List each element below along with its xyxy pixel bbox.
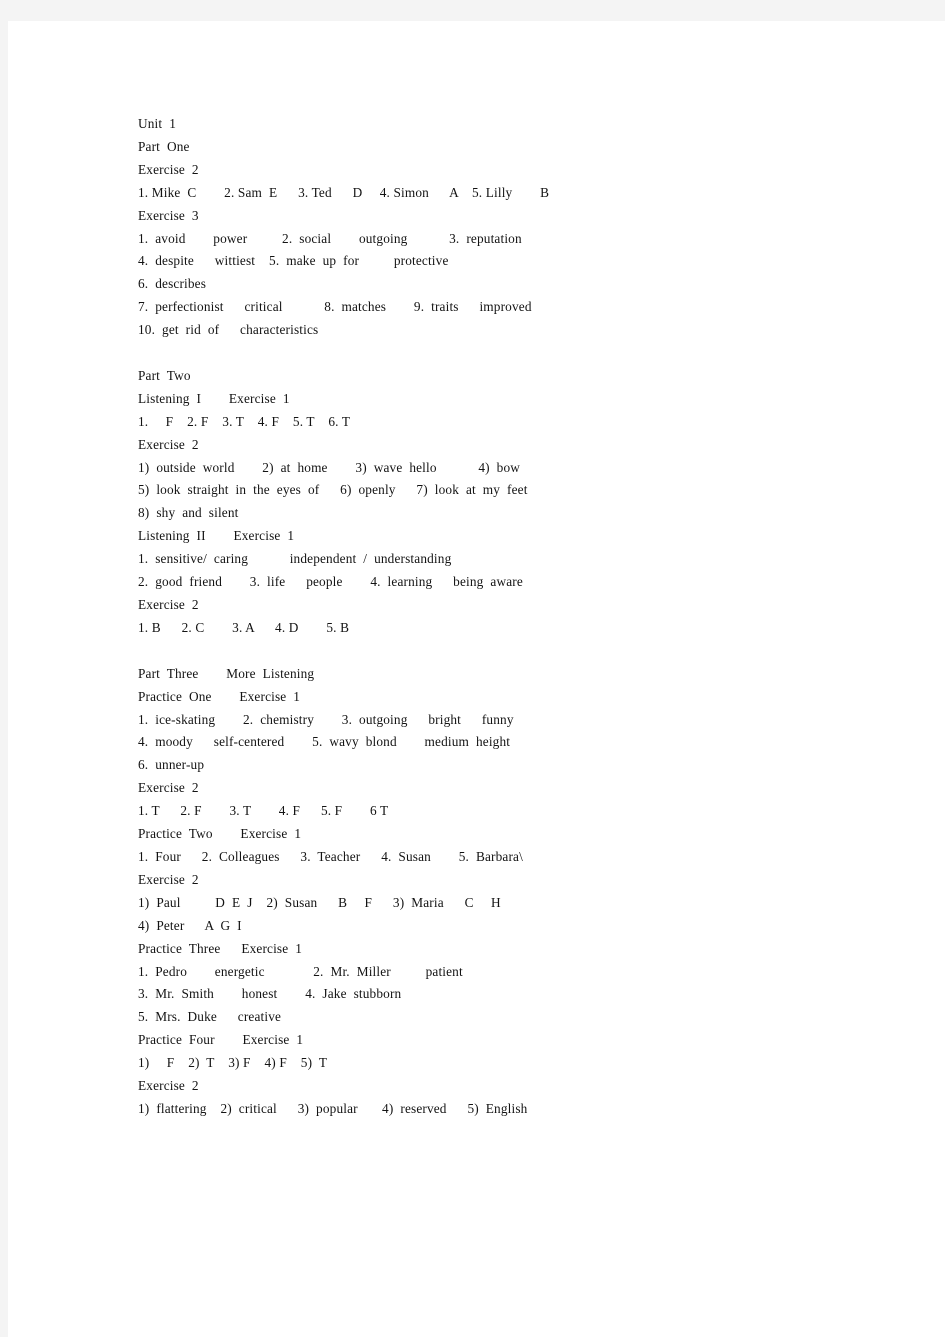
text-line: 1) F 2) T 3) F 4) F 5) T (138, 1055, 328, 1071)
text-line: 8) shy and silent (138, 505, 239, 521)
text-line: 5) look straight in the eyes of 6) openl… (138, 482, 528, 498)
document-page: Unit 1 Part One Exercise 2 1. Mike C 2. Sam… (8, 21, 945, 1337)
text-line: 1. avoid power 2. social outgoing 3. rep… (138, 230, 522, 246)
text-line: Practice Four Exercise 1 (138, 1032, 304, 1048)
text-line: 1. Mike C 2. Sam E 3. Ted D 4. Simon A 5… (138, 184, 550, 200)
text-line: Exercise 2 (138, 780, 199, 796)
text-line: 4. moody self-centered 5. wavy blond med… (138, 734, 511, 750)
text-line: Exercise 3 (138, 207, 199, 223)
text-line: Part Two (138, 367, 191, 383)
text-line: 1. T 2. F 3. T 4. F 5. F 6 T (138, 803, 389, 819)
text-line: 3. Mr. Smith honest 4. Jake stubborn (138, 986, 402, 1002)
text-line: Part Three More Listening (138, 665, 315, 681)
text-line: Exercise 2 (138, 161, 199, 177)
text-line: Listening II Exercise 1 (138, 528, 295, 544)
text-line: 1) flattering 2) critical 3) popular 4) … (138, 1100, 528, 1116)
text-line: Part One (138, 138, 190, 154)
text-line: 2. good friend 3. life people 4. learnin… (138, 574, 523, 590)
document-text-body: Unit 1 Part One Exercise 2 1. Mike C 2. Sam… (138, 113, 918, 1121)
text-line: Exercise 2 (138, 597, 199, 613)
text-line: 1. ice-skating 2. chemistry 3. outgoing … (138, 711, 514, 727)
text-line: 1. F 2. F 3. T 4. F 5. T 6. T (138, 413, 351, 429)
text-line: 6. unner-up (138, 757, 205, 773)
text-line: 10. get rid of characteristics (138, 322, 319, 338)
text-line: Practice One Exercise 1 (138, 688, 301, 704)
text-line: 1) outside world 2) at home 3) wave hell… (138, 459, 521, 475)
text-line: 1. Four 2. Colleagues 3. Teacher 4. Susa… (138, 848, 523, 864)
text-line: Practice Three Exercise 1 (138, 940, 303, 956)
text-line: 7. perfectionist critical 8. matches 9. … (138, 299, 532, 315)
text-line: 4. despite wittiest 5. make up for prote… (138, 253, 449, 269)
text-line: Exercise 2 (138, 871, 199, 887)
text-line: 5. Mrs. Duke creative (138, 1009, 282, 1025)
text-line: Practice Two Exercise 1 (138, 826, 302, 842)
text-line: 1. sensitive/ caring independent / under… (138, 551, 452, 567)
text-line: 1. B 2. C 3. A 4. D 5. B (138, 619, 350, 635)
text-line: 1. Pedro energetic 2. Mr. Miller patient (138, 963, 463, 979)
text-line: Exercise 2 (138, 436, 199, 452)
text-line: Listening I Exercise 1 (138, 390, 290, 406)
text-line: 4) Peter A G I (138, 917, 242, 933)
text-line: 1) Paul D E J 2) Susan B F 3) Maria C H (138, 894, 501, 910)
text-line: Exercise 2 (138, 1078, 199, 1094)
text-line: Unit 1 (138, 116, 176, 131)
text-line: 6. describes (138, 276, 207, 292)
